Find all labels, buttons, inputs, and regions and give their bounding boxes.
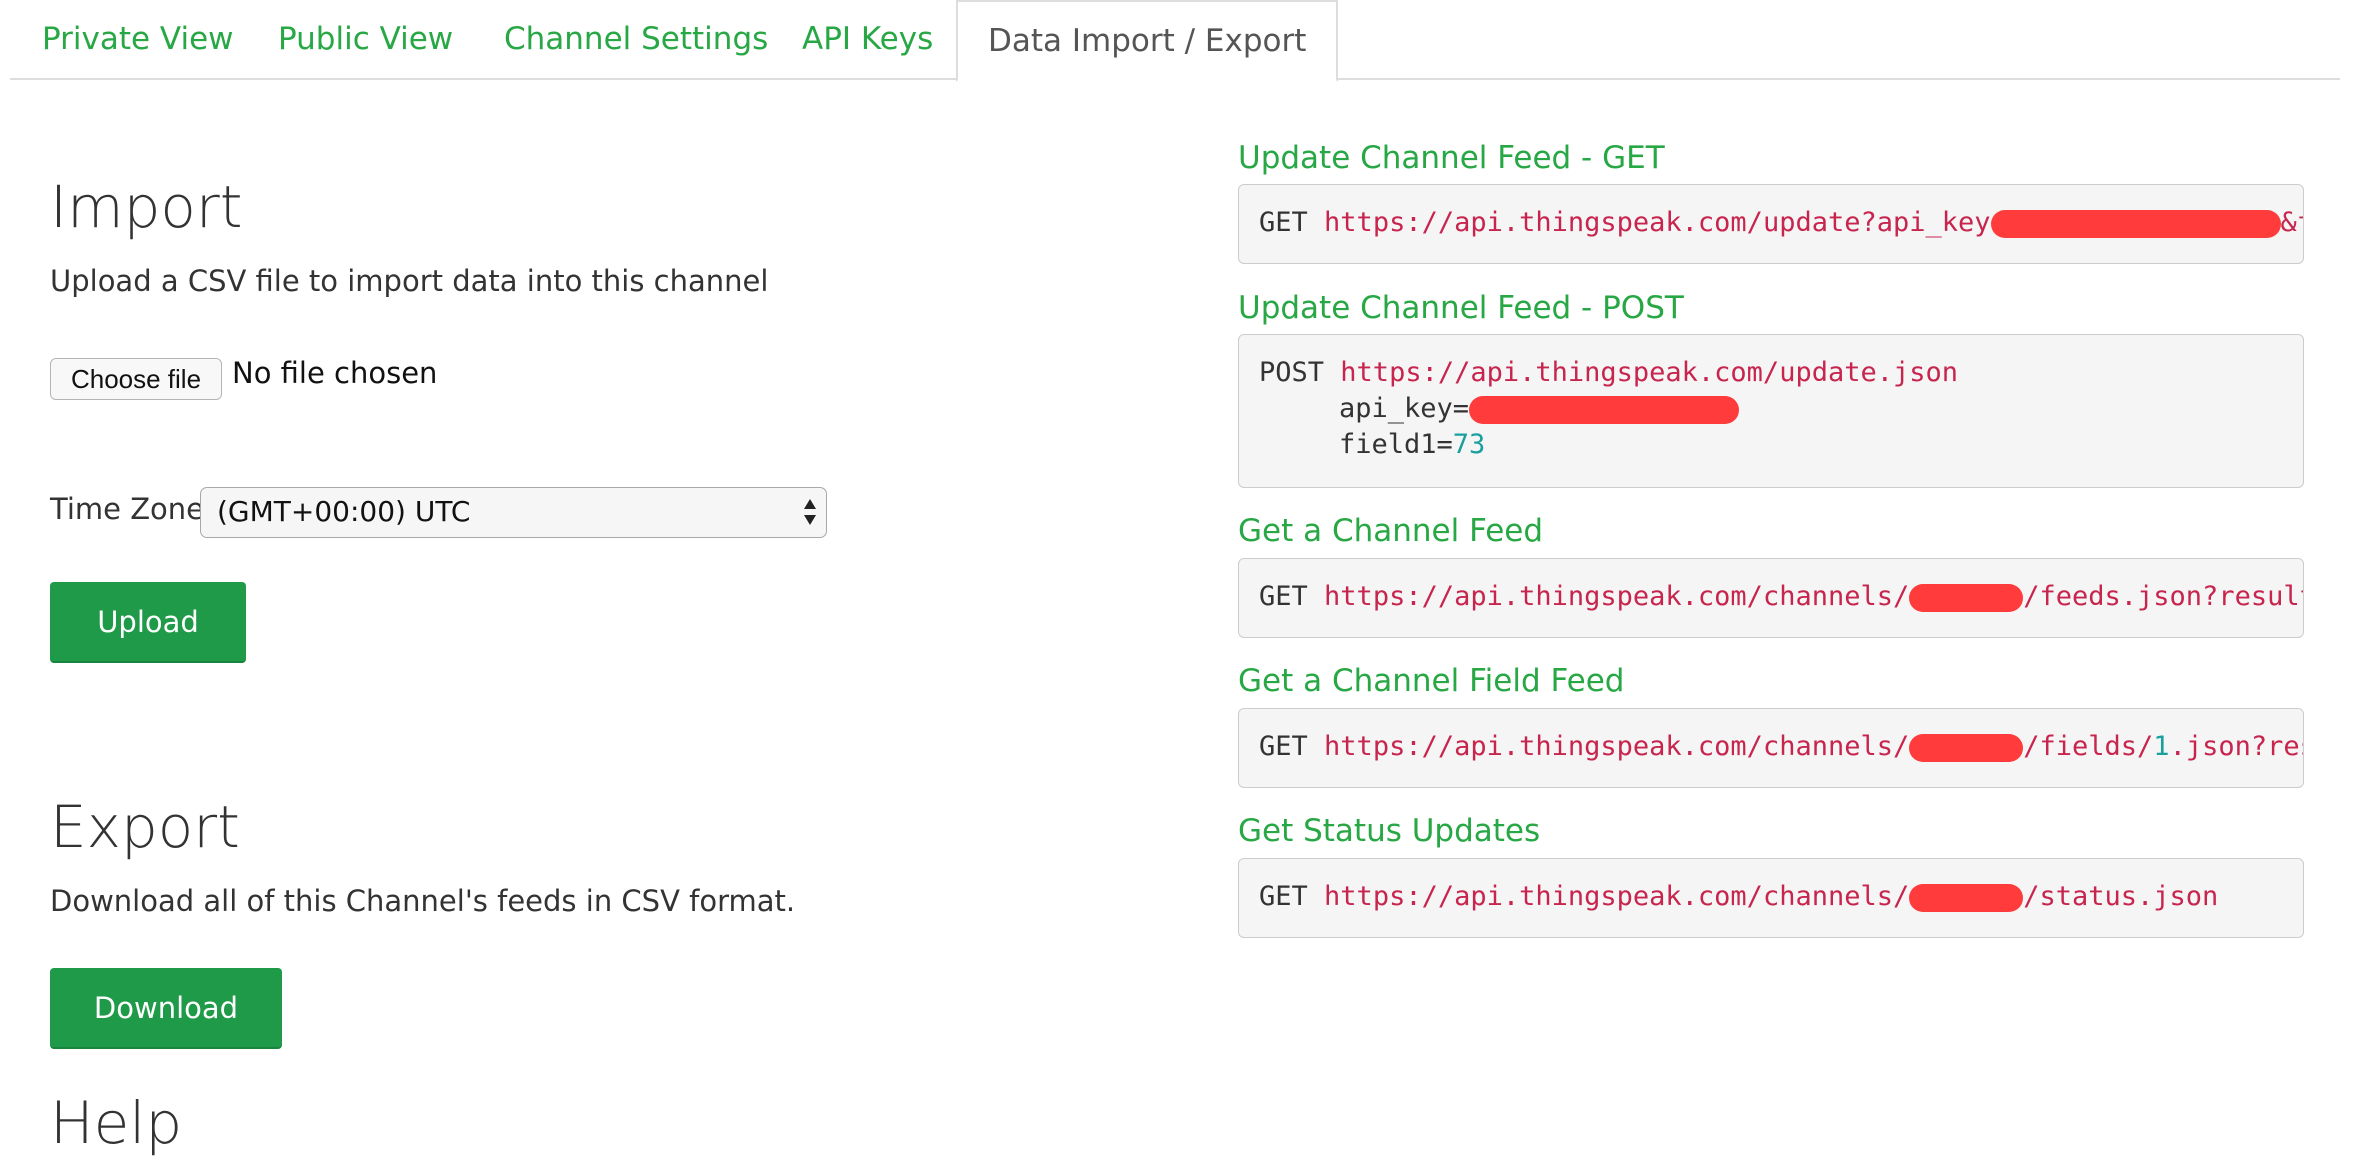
timezone-selected-value: (GMT+00:00) UTC (217, 495, 471, 528)
field-feed-title: Get a Channel Field Feed (1238, 663, 1625, 699)
http-verb: POST (1259, 357, 1325, 388)
timezone-select[interactable]: (GMT+00:00) UTC (200, 487, 827, 538)
tab-public-view[interactable]: Public View (278, 0, 453, 80)
request-url-start: https://api.thingspeak.com/channels/ (1324, 881, 1910, 912)
download-button[interactable]: Download (50, 968, 282, 1049)
param-api-key-name: api_key= (1339, 393, 1470, 424)
tab-private-view[interactable]: Private View (42, 0, 234, 80)
request-url: https://api.thingspeak.com/update.json (1340, 357, 1959, 388)
channel-feed-code-block[interactable]: GET https://api.thingspeak.com/channels/… (1238, 558, 2304, 638)
import-description: Upload a CSV file to import data into th… (50, 264, 769, 298)
status-updates-code-block[interactable]: GET https://api.thingspeak.com/channels/… (1238, 858, 2304, 938)
redacted-api-key (1990, 209, 2281, 238)
update-post-title: Update Channel Feed - POST (1238, 290, 1684, 326)
update-post-code-block[interactable]: POST https://api.thingspeak.com/update.j… (1238, 334, 2304, 488)
field-feed-code-block[interactable]: GET https://api.thingspeak.com/channels/… (1238, 708, 2304, 788)
status-updates-title: Get Status Updates (1238, 813, 1541, 849)
param-field1-name: field1= (1339, 429, 1453, 460)
http-verb: GET (1259, 581, 1308, 612)
field-number: 1 (2153, 731, 2170, 762)
request-url-end: .json?resul (2169, 731, 2303, 762)
redacted-channel-id (1909, 583, 2024, 612)
select-arrows-icon (804, 499, 816, 525)
redacted-channel-id (1909, 733, 2024, 762)
channel-feed-title: Get a Channel Feed (1238, 513, 1544, 549)
request-url-end: &fie (2280, 207, 2303, 238)
import-heading: Import (50, 173, 243, 241)
tab-api-keys[interactable]: API Keys (802, 0, 933, 80)
redacted-api-key (1469, 395, 1740, 424)
request-url-start: https://api.thingspeak.com/channels/ (1324, 581, 1910, 612)
request-url-start: https://api.thingspeak.com/update?api_ke… (1324, 207, 1991, 238)
http-verb: GET (1259, 881, 1308, 912)
tab-bar: Private View Public View Channel Setting… (10, 0, 2340, 82)
timezone-label: Time Zone (50, 492, 205, 526)
update-get-title: Update Channel Feed - GET (1238, 140, 1665, 176)
http-verb: GET (1259, 207, 1308, 238)
export-heading: Export (50, 793, 240, 861)
request-url-start: https://api.thingspeak.com/channels/ (1324, 731, 1910, 762)
redacted-channel-id (1909, 883, 2024, 912)
tab-channel-settings[interactable]: Channel Settings (504, 0, 768, 80)
upload-button[interactable]: Upload (50, 582, 246, 663)
export-description: Download all of this Channel's feeds in … (50, 884, 796, 918)
choose-file-button[interactable]: Choose file (50, 358, 222, 400)
param-field1-value: 73 (1452, 429, 1486, 460)
help-heading: Help (50, 1089, 183, 1157)
http-verb: GET (1259, 731, 1308, 762)
update-get-code-block[interactable]: GET https://api.thingspeak.com/update?ap… (1238, 184, 2304, 264)
file-status-text: No file chosen (232, 356, 438, 390)
request-url-end: /feeds.json?results= (2023, 581, 2303, 612)
tab-data-import-export[interactable]: Data Import / Export (956, 0, 1339, 82)
request-url-mid: /fields/ (2023, 731, 2154, 762)
request-url-end: /status.json (2023, 881, 2219, 912)
